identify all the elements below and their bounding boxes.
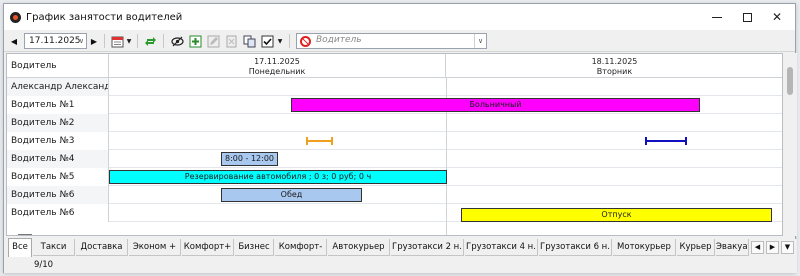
edit-button[interactable] xyxy=(206,33,220,49)
tab-cargo-taxi-4[interactable]: Грузотакси 4 н. xyxy=(465,239,538,256)
add-button[interactable] xyxy=(188,33,202,49)
triangle-left-icon: ◀ xyxy=(754,243,761,251)
refresh-icon xyxy=(144,36,156,46)
tab-comfort-plus[interactable]: Комфорт+ xyxy=(182,239,234,256)
next-day-button[interactable]: ▶ xyxy=(88,33,100,49)
triangle-right-icon: ▶ xyxy=(90,36,98,46)
calendar-dropdown[interactable]: ▼ xyxy=(125,33,133,49)
driver-name: Водитель №2 xyxy=(7,114,109,132)
tabs-menu-button[interactable]: ▼ xyxy=(781,241,794,254)
category-tabs: Все Такси Доставка Эконом + Комфорт+ Биз… xyxy=(4,238,797,257)
day-date: 17.11.2025 xyxy=(254,57,300,66)
refresh-button[interactable] xyxy=(143,33,157,49)
table-row[interactable]: Водитель №6 xyxy=(7,186,782,204)
prev-day-button[interactable]: ◀ xyxy=(8,33,20,49)
edit-icon xyxy=(207,35,219,47)
tab-courier[interactable]: Курьер xyxy=(677,239,715,256)
hide-button[interactable] xyxy=(170,33,184,49)
tab-taxi[interactable]: Такси xyxy=(33,239,75,256)
event-bar-sick-leave[interactable]: Больничный xyxy=(291,98,700,112)
tabs-scroll-left-button[interactable]: ◀ xyxy=(751,241,764,254)
date-value: 17.11.2025 xyxy=(29,36,81,46)
delete-button[interactable] xyxy=(224,33,238,49)
day-header: 18.11.2025 Вторник xyxy=(446,54,782,78)
toolbar: ◀ 17.11.2025 ∨ ▶ ▼ ▼ Водитель ∨ xyxy=(4,30,795,52)
toolbar-separator xyxy=(104,34,105,48)
event-bar-vacation[interactable]: Отпуск xyxy=(461,208,772,222)
horizontal-scroll-thumb[interactable] xyxy=(18,234,32,235)
app-icon xyxy=(10,12,21,23)
day-header: 17.11.2025 Понедельник xyxy=(109,54,446,78)
driver-name: Водитель №3 xyxy=(7,132,109,150)
add-icon xyxy=(189,35,201,47)
driver-name: Водитель №6 xyxy=(7,204,109,222)
scroll-thumb[interactable] xyxy=(787,67,793,95)
driver-column-header[interactable]: Водитель xyxy=(7,54,109,78)
toolbar-separator xyxy=(289,34,290,48)
calendar-icon xyxy=(111,36,123,47)
day-weekday: Вторник xyxy=(596,67,633,76)
tab-delivery[interactable]: Доставка xyxy=(76,239,128,256)
tab-moto-courier[interactable]: Мотокурьер xyxy=(613,239,676,256)
close-icon: ✕ xyxy=(771,10,783,24)
tab-auto-courier[interactable]: Автокурьер xyxy=(328,239,390,256)
clear-filter-icon[interactable] xyxy=(300,36,311,47)
triangle-down-icon: ▼ xyxy=(277,37,283,45)
driver-name: Водитель №6 xyxy=(7,186,109,204)
event-marker-blue[interactable] xyxy=(645,137,687,145)
copy-button[interactable] xyxy=(242,33,256,49)
chevron-down-icon[interactable]: ∨ xyxy=(79,34,84,48)
event-bar-car-reservation[interactable]: Резервирование автомобиля ; 0 з; 0 руб; … xyxy=(109,170,447,184)
driver-placeholder: Водитель xyxy=(316,35,362,45)
event-bar-time-slot[interactable]: 8:00 - 12:00 xyxy=(221,152,278,166)
tab-business[interactable]: Бизнес xyxy=(235,239,274,256)
tab-cargo-taxi-6[interactable]: Грузотакси 6 н. xyxy=(539,239,612,256)
driver-filter[interactable]: Водитель ∨ xyxy=(296,33,487,49)
table-row[interactable]: Водитель №4 xyxy=(7,150,782,168)
status-bar: 9/10 xyxy=(4,257,797,273)
minimize-icon xyxy=(712,16,722,18)
tabs-scroll-right-button[interactable]: ▶ xyxy=(766,241,779,254)
date-picker[interactable]: 17.11.2025 ∨ xyxy=(24,33,87,49)
triangle-left-icon: ◀ xyxy=(10,36,18,46)
triangle-down-icon: ▼ xyxy=(784,243,791,251)
select-dropdown[interactable]: ▼ xyxy=(276,33,284,49)
calendar-button[interactable] xyxy=(110,33,124,49)
event-bar-lunch[interactable]: Обед xyxy=(221,188,362,202)
tab-comfort-minus[interactable]: Комфорт- xyxy=(275,239,327,256)
chevron-down-icon[interactable]: ∨ xyxy=(474,34,486,48)
vertical-scrollbar[interactable] xyxy=(783,53,797,236)
maximize-icon xyxy=(742,12,752,22)
tab-economy-plus[interactable]: Эконом + xyxy=(129,239,181,256)
day-date: 18.11.2025 xyxy=(591,57,638,66)
driver-name: Александр Александрович xyxy=(7,78,109,96)
event-marker-orange[interactable] xyxy=(306,137,333,145)
title-bar: График занятости водителей ✕ xyxy=(4,4,795,30)
triangle-right-icon: ▶ xyxy=(769,243,776,251)
window-title: График занятости водителей xyxy=(26,12,183,23)
toolbar-separator xyxy=(163,34,164,48)
tab-cargo-taxi-2[interactable]: Грузотакси 2 н. xyxy=(391,239,464,256)
driver-name: Водитель №5 xyxy=(7,168,109,186)
close-button[interactable]: ✕ xyxy=(757,7,797,27)
delete-icon xyxy=(226,35,236,47)
driver-name: Водитель №1 xyxy=(7,96,109,114)
schedule-window: График занятости водителей ✕ ◀ 17.11.202… xyxy=(3,3,797,273)
schedule-grid: Водитель 17.11.2025 Понедельник 18.11.20… xyxy=(6,53,783,236)
checkbox-icon xyxy=(261,35,273,47)
copy-icon xyxy=(243,35,255,47)
tab-tow-truck[interactable]: Эвакуатор xyxy=(716,239,749,256)
toolbar-separator xyxy=(137,34,138,48)
driver-name: Водитель №4 xyxy=(7,150,109,168)
record-counter: 9/10 xyxy=(34,260,54,270)
day-weekday: Понедельник xyxy=(248,67,306,76)
select-button[interactable] xyxy=(260,33,274,49)
eye-off-icon xyxy=(170,36,184,46)
tab-all[interactable]: Все xyxy=(8,238,32,257)
triangle-down-icon: ▼ xyxy=(126,37,132,45)
table-row[interactable]: Александр Александрович xyxy=(7,78,782,96)
table-row[interactable]: Водитель №2 xyxy=(7,114,782,132)
